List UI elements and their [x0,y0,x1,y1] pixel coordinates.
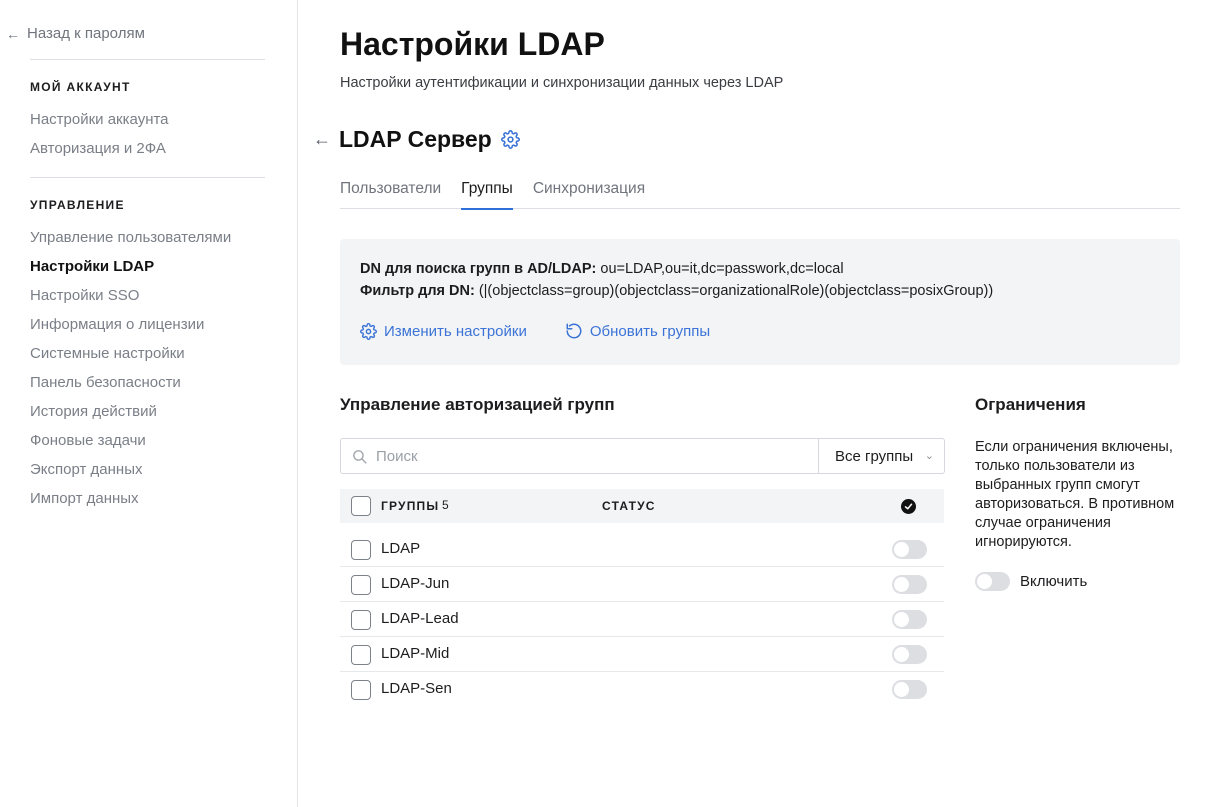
section-title-management: УПРАВЛЕНИЕ [30,198,125,212]
limits-description: Если ограничения включены, только пользо… [975,439,1175,550]
filter-label: Фильтр для DN: [360,283,475,299]
row-checkbox[interactable] [351,610,371,630]
change-settings-label: Изменить настройки [384,322,527,340]
dn-line: DN для поиска групп в AD/LDAP: ou=LDAP,o… [360,261,844,277]
filter-value: (|(objectclass=group)(objectclass=organi… [474,283,994,299]
table-row: LDAP-Jun [340,567,944,602]
sidebar-item-account-settings[interactable]: Настройки аккаунта [30,110,169,139]
limits-toggle-row: Включить [975,572,1087,591]
group-filter-select[interactable]: Все группы ⌄ [818,439,944,473]
status-toggle[interactable] [892,610,927,629]
group-name: LDAP [381,540,421,557]
info-actions: Изменить настройки Обновить группы [360,322,748,340]
account-nav: Настройки аккаунта Авторизация и 2ФА [30,110,169,168]
group-filter-value: Все группы [835,447,914,465]
sidebar: ← Назад к паролям МОЙ АККАУНТ Настройки … [0,0,298,807]
ldap-info-panel: DN для поиска групп в AD/LDAP: ou=LDAP,o… [340,239,1180,365]
groups-table-header: ГРУППЫ 5 СТАТУС [340,489,944,523]
search-icon [353,449,367,464]
server-title: LDAP Сервер [339,126,492,152]
refresh-groups-button[interactable]: Обновить группы [565,322,710,340]
back-link-label: Назад к паролям [27,25,145,42]
select-all-checkbox[interactable] [351,496,371,516]
server-tabs: Пользователи Группы Синхронизация [340,180,1180,210]
column-header-status: СТАТУС [602,499,656,513]
sidebar-item-user-management[interactable]: Управление пользователями [30,228,231,257]
server-header: ← LDAP Сервер [313,126,521,153]
limits-toggle-label: Включить [1020,573,1088,590]
table-row: LDAP-Lead [340,602,944,637]
groups-search-bar: Все группы ⌄ [340,438,945,474]
change-settings-button[interactable]: Изменить настройки [360,322,527,340]
search-input[interactable] [376,447,796,465]
row-checkbox[interactable] [351,575,371,595]
refresh-icon [566,323,582,339]
sidebar-item-sso-settings[interactable]: Настройки SSO [30,286,231,315]
chevron-down-icon: ⌄ [924,450,934,462]
tab-groups[interactable]: Группы [461,180,513,210]
back-to-passwords-link[interactable]: ← Назад к паролям [6,25,145,42]
sidebar-divider [30,177,265,178]
groups-count: 5 [442,498,449,512]
filter-line: Фильтр для DN: (|(objectclass=group)(obj… [360,283,993,299]
column-header-groups: ГРУППЫ [381,499,440,513]
sidebar-item-security-panel[interactable]: Панель безопасности [30,373,231,402]
sidebar-item-license-info[interactable]: Информация о лицензии [30,315,231,344]
status-toggle[interactable] [892,680,927,699]
group-name: LDAP-Lead [381,610,459,627]
tab-sync[interactable]: Синхронизация [533,180,645,209]
table-row: LDAP [340,532,944,567]
group-name: LDAP-Jun [381,575,450,592]
section-title-account: МОЙ АККАУНТ [30,80,131,94]
dn-label: DN для поиска групп в AD/LDAP: [360,261,597,277]
groups-section-title: Управление авторизацией групп [340,395,615,414]
tab-users[interactable]: Пользователи [340,180,441,209]
limits-enable-toggle[interactable] [975,572,1010,591]
gear-icon [360,322,377,340]
arrow-left-icon: ← [6,25,20,42]
limits-title: Ограничения [975,395,1086,414]
status-toggle[interactable] [892,540,927,559]
sidebar-item-ldap-settings[interactable]: Настройки LDAP [30,257,231,286]
table-row: LDAP-Mid [340,637,944,672]
status-toggle[interactable] [892,575,927,594]
sidebar-item-action-history[interactable]: История действий [30,402,231,431]
sidebar-item-data-export[interactable]: Экспорт данных [30,460,231,489]
management-nav: Управление пользователями Настройки LDAP… [30,228,231,518]
sidebar-item-data-import[interactable]: Импорт данных [30,489,231,518]
table-row: LDAP-Sen [340,672,944,707]
dn-value: ou=LDAP,ou=it,dc=passwork,dc=local [596,261,844,277]
sidebar-item-system-settings[interactable]: Системные настройки [30,344,231,373]
group-name: LDAP-Sen [381,680,452,697]
row-checkbox[interactable] [351,645,371,665]
row-checkbox[interactable] [351,540,371,560]
check-circle-icon[interactable] [901,499,916,514]
refresh-groups-label: Обновить группы [589,322,711,340]
arrow-left-icon[interactable]: ← [313,129,339,150]
page-subtitle: Настройки аутентификации и синхронизации… [340,75,784,91]
page-title: Настройки LDAP [340,26,605,62]
search-field-wrap [341,439,818,473]
groups-table-body: LDAP LDAP-Jun LDAP-Lead LDAP-Mid LDAP-Se… [340,532,944,707]
gear-icon[interactable] [500,130,521,150]
status-toggle[interactable] [892,645,927,664]
group-name: LDAP-Mid [381,645,450,662]
sidebar-divider [30,59,265,60]
sidebar-item-auth-2fa[interactable]: Авторизация и 2ФА [30,139,169,168]
row-checkbox[interactable] [351,680,371,700]
sidebar-item-background-tasks[interactable]: Фоновые задачи [30,431,231,460]
